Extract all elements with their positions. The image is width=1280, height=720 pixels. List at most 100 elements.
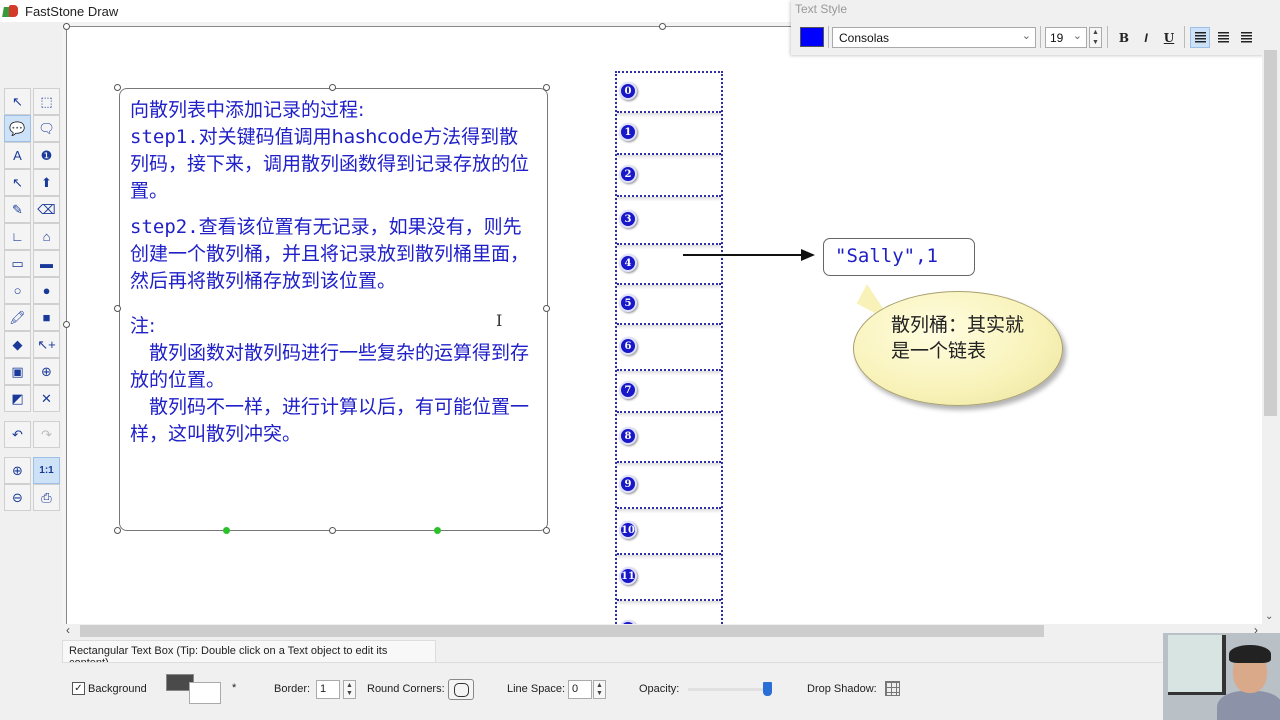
scroll-down-icon[interactable]: ⌄ bbox=[1265, 611, 1273, 622]
spin-up-icon[interactable]: ▲ bbox=[1092, 29, 1099, 36]
text-icon: A bbox=[13, 148, 22, 163]
page-resize-handle[interactable] bbox=[659, 23, 666, 30]
opacity-slider-thumb[interactable] bbox=[763, 682, 772, 696]
bucket-slot[interactable]: 7 bbox=[617, 371, 721, 413]
bucket-pointer-arrow[interactable] bbox=[683, 249, 815, 261]
align-right-button[interactable] bbox=[1236, 27, 1256, 48]
bucket-slot[interactable]: 4 bbox=[617, 245, 721, 285]
align-center-button[interactable] bbox=[1213, 27, 1233, 48]
bold-button[interactable]: B bbox=[1114, 27, 1134, 48]
bucket-slot[interactable]: 0 bbox=[617, 73, 721, 113]
textbox-corner-handle[interactable] bbox=[223, 527, 230, 534]
underline-button[interactable]: U bbox=[1159, 27, 1179, 48]
textbox-resize-handle[interactable] bbox=[329, 84, 336, 91]
entry-node[interactable]: "Sally",1 bbox=[823, 238, 975, 276]
rectangle-tool[interactable]: ▭ bbox=[4, 250, 31, 277]
region-select-tool[interactable]: ⬚ bbox=[33, 88, 60, 115]
polygon-tool[interactable]: ⌂ bbox=[33, 223, 60, 250]
horizontal-scroll-thumb[interactable] bbox=[80, 625, 1044, 637]
horizontal-scrollbar[interactable]: ‹ › bbox=[62, 623, 1262, 638]
textbox-resize-handle[interactable] bbox=[543, 305, 550, 312]
eraser-icon: ⌫ bbox=[37, 201, 56, 217]
print-button[interactable]: ⎙ bbox=[33, 484, 60, 511]
bucket-index-badge: 10 bbox=[619, 521, 637, 539]
bucket-slot[interactable]: 10 bbox=[617, 509, 721, 555]
scroll-left-icon[interactable]: ‹ bbox=[66, 623, 70, 637]
round-corners-button[interactable] bbox=[448, 679, 474, 700]
fill-color-swatch[interactable] bbox=[189, 682, 221, 704]
actual-size-icon: 1:1 bbox=[39, 465, 54, 476]
up-arrow-tool[interactable]: ⬆ bbox=[33, 169, 60, 196]
drawing-page[interactable]: 向散列表中添加记录的过程: step1.对关键码值调用hashcode方法得到散… bbox=[63, 23, 1262, 624]
spin-down-icon[interactable]: ▼ bbox=[596, 690, 603, 697]
highlight-rect-tool[interactable]: ■ bbox=[33, 304, 60, 331]
spin-up-icon[interactable]: ▲ bbox=[346, 682, 353, 689]
ellipse-tool[interactable]: ○ bbox=[4, 277, 31, 304]
canvas-size-tool[interactable]: ◩ bbox=[4, 385, 31, 412]
add-object-tool[interactable]: ↖+ bbox=[33, 331, 60, 358]
drop-shadow-grid-icon[interactable] bbox=[885, 681, 900, 696]
opacity-slider[interactable] bbox=[688, 688, 772, 691]
eraser-tool[interactable]: ⌫ bbox=[33, 196, 60, 223]
filled-ellipse-tool[interactable]: ● bbox=[33, 277, 60, 304]
redo-icon: ↷ bbox=[41, 426, 52, 442]
bucket-slot[interactable]: 2 bbox=[617, 155, 721, 197]
delete-tool[interactable]: ✕ bbox=[33, 385, 60, 412]
textbox-resize-handle[interactable] bbox=[329, 527, 336, 534]
numbered-step-tool[interactable]: ❶ bbox=[33, 142, 60, 169]
line-space-input[interactable]: 0 bbox=[568, 680, 592, 699]
line-tool[interactable]: ∟ bbox=[4, 223, 31, 250]
text-tool[interactable]: A bbox=[4, 142, 31, 169]
rect-callout-tool[interactable]: 💬 bbox=[4, 115, 31, 142]
bucket-slot[interactable]: 5 bbox=[617, 285, 721, 325]
zoom-out-button[interactable]: ⊖ bbox=[4, 484, 31, 511]
textbox-resize-handle[interactable] bbox=[543, 84, 550, 91]
background-checkbox[interactable]: ✓ bbox=[72, 682, 85, 695]
fill-tool[interactable]: ◆ bbox=[4, 331, 31, 358]
actual-size-button[interactable]: 1:1 bbox=[33, 457, 60, 484]
textbox-resize-handle[interactable] bbox=[114, 84, 121, 91]
page-resize-handle[interactable] bbox=[63, 321, 70, 328]
vertical-scrollbar[interactable]: ⌄ bbox=[1262, 22, 1280, 624]
bucket-slot[interactable]: 12 bbox=[617, 601, 721, 624]
textbox-resize-handle[interactable] bbox=[114, 527, 121, 534]
select-tool[interactable]: ↖ bbox=[4, 88, 31, 115]
line-space-spinner[interactable]: ▲ ▼ bbox=[593, 680, 606, 699]
page-resize-handle[interactable] bbox=[63, 23, 70, 30]
border-width-input[interactable]: 1 bbox=[316, 680, 340, 699]
hash-table-buckets[interactable]: 0123456789101112 bbox=[615, 71, 723, 624]
filled-rectangle-tool[interactable]: ▬ bbox=[33, 250, 60, 277]
spin-up-icon[interactable]: ▲ bbox=[596, 682, 603, 689]
italic-button[interactable]: I bbox=[1136, 27, 1156, 48]
insert-image-tool[interactable]: ▣ bbox=[4, 358, 31, 385]
bucket-slot[interactable]: 8 bbox=[617, 413, 721, 463]
round-callout-tool[interactable]: 🗨 bbox=[33, 115, 60, 142]
arrow-icon: ↖ bbox=[12, 174, 23, 190]
canvas-area[interactable]: 向散列表中添加记录的过程: step1.对关键码值调用hashcode方法得到散… bbox=[62, 22, 1262, 624]
zoom-in-button[interactable]: ⊕ bbox=[4, 457, 31, 484]
redo-button[interactable]: ↷ bbox=[33, 421, 60, 448]
highlighter-tool[interactable]: 🖍 bbox=[4, 304, 31, 331]
font-family-select[interactable]: Consolas ⌄ bbox=[832, 27, 1036, 48]
border-spinner[interactable]: ▲ ▼ bbox=[343, 680, 356, 699]
add-point-tool[interactable]: ⊕ bbox=[33, 358, 60, 385]
bucket-slot[interactable]: 3 bbox=[617, 197, 721, 245]
align-left-button[interactable] bbox=[1190, 27, 1210, 48]
bucket-slot[interactable]: 1 bbox=[617, 113, 721, 155]
spin-down-icon[interactable]: ▼ bbox=[1092, 39, 1099, 46]
rectangular-text-box[interactable]: 向散列表中添加记录的过程: step1.对关键码值调用hashcode方法得到散… bbox=[119, 88, 548, 531]
bucket-slot[interactable]: 11 bbox=[617, 555, 721, 601]
arrow-tool[interactable]: ↖ bbox=[4, 169, 31, 196]
textbox-resize-handle[interactable] bbox=[114, 305, 121, 312]
font-size-spinner[interactable]: ▲ ▼ bbox=[1089, 27, 1102, 48]
undo-button[interactable]: ↶ bbox=[4, 421, 31, 448]
textbox-resize-handle[interactable] bbox=[543, 527, 550, 534]
spin-down-icon[interactable]: ▼ bbox=[346, 690, 353, 697]
font-size-select[interactable]: 19 ⌄ bbox=[1045, 27, 1087, 48]
vertical-scroll-thumb[interactable] bbox=[1264, 50, 1277, 416]
textbox-corner-handle[interactable] bbox=[434, 527, 441, 534]
pencil-tool[interactable]: ✎ bbox=[4, 196, 31, 223]
bucket-slot[interactable]: 9 bbox=[617, 463, 721, 509]
bucket-slot[interactable]: 6 bbox=[617, 325, 721, 371]
text-color-button[interactable] bbox=[800, 27, 824, 47]
